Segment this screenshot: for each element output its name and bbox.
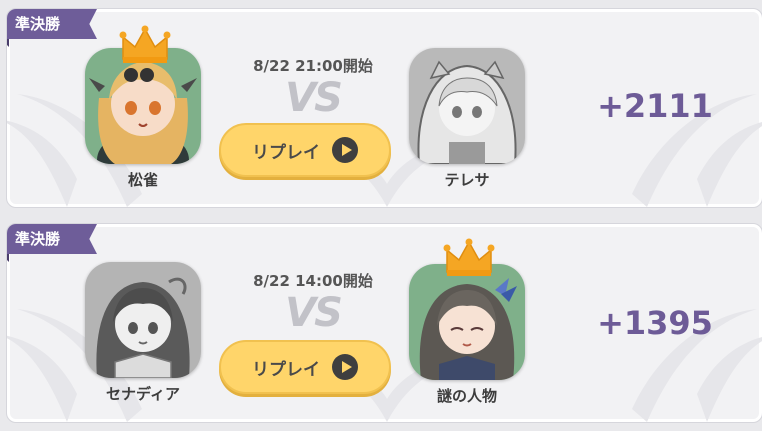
round-badge-fold (7, 39, 9, 47)
avatar-art (409, 264, 525, 380)
match-datetime: 8/22 14:00開始 (253, 272, 373, 290)
vs-label: VS (285, 75, 343, 121)
replay-button[interactable]: リプレイ (219, 123, 391, 177)
right-player-avatar[interactable] (409, 264, 525, 380)
round-badge: 準決勝 (7, 224, 97, 254)
match-datetime: 8/22 21:00開始 (253, 57, 373, 75)
score-delta: +2111 (597, 87, 713, 125)
score-delta: +1395 (597, 304, 713, 342)
crown-icon (443, 238, 495, 276)
play-icon (332, 354, 358, 380)
left-player-avatar[interactable] (85, 48, 201, 164)
round-badge: 準決勝 (7, 9, 97, 39)
right-player-name: テレサ (444, 171, 490, 189)
avatar-art (85, 48, 201, 164)
left-player-name: 松雀 (127, 171, 158, 189)
play-icon (332, 137, 358, 163)
replay-button-label: リプレイ (252, 359, 320, 380)
right-player-name: 謎の人物 (436, 387, 497, 405)
right-player-avatar[interactable] (409, 48, 525, 164)
crown-icon (119, 25, 171, 63)
replay-button[interactable]: リプレイ (219, 340, 391, 394)
match-card: 準決勝 松雀 8/22 21:00開始 VS リプレイ テレサ +2111 (6, 8, 762, 208)
left-player-name: セナディア (106, 385, 180, 403)
avatar-art (409, 48, 525, 164)
avatar-art (85, 262, 201, 378)
round-badge-fold (7, 254, 9, 262)
replay-button-label: リプレイ (252, 142, 320, 163)
left-player-avatar[interactable] (85, 262, 201, 378)
vs-label: VS (285, 290, 343, 336)
match-card: 準決勝 セナディア 8/22 14:00開始 VS リプレイ 謎の人物 +139… (6, 223, 762, 423)
